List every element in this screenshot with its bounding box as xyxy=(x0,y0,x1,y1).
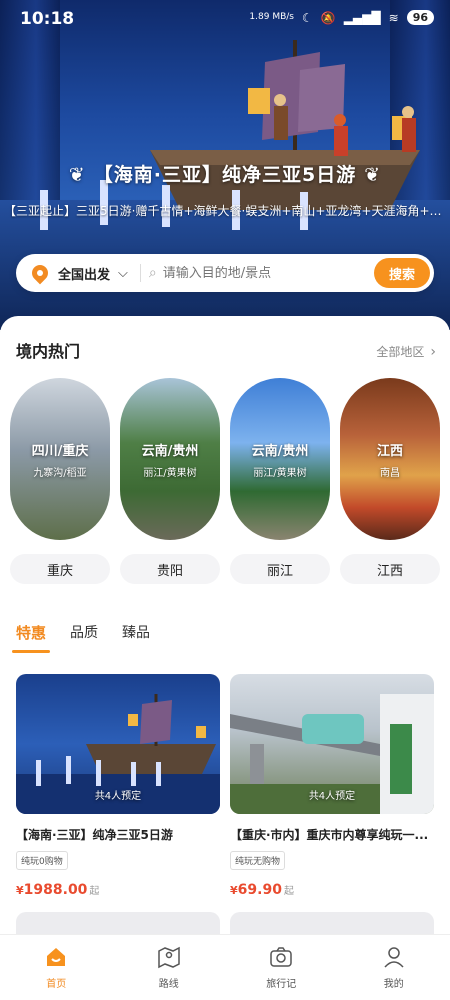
nav-profile-label: 我的 xyxy=(383,979,404,990)
map-route-icon xyxy=(158,946,180,969)
product-price: ¥1988.00 起 xyxy=(16,882,220,898)
nav-travelogue[interactable]: 旅行记 xyxy=(225,935,338,1000)
destination-city-button[interactable]: 贵阳 xyxy=(120,554,220,584)
mute-icon: 🔕 xyxy=(320,10,336,25)
product-price: ¥69.90 起 xyxy=(230,882,434,898)
banner-subtitle: 【三亚起止】三亚5日游·赠千古情+海鲜大餐·蜈支洲+南山+亚龙湾+天涯海角+槟榔… xyxy=(4,204,450,218)
destination-card[interactable]: 云南/贵州 丽江/黄果树 贵阳 xyxy=(120,378,220,584)
product-tag: 纯玩0购物 xyxy=(16,851,68,870)
destination-subtitle: 丽江/黄果树 xyxy=(253,468,307,479)
chevron-down-icon[interactable]: ⌵ xyxy=(118,266,128,281)
destination-card[interactable]: 云南/贵州 丽江/黄果树 丽江 xyxy=(230,378,330,584)
search-bar: 全国出发 ⌵ ⌕ 搜索 xyxy=(16,254,434,292)
hot-section-title: 境内热门 xyxy=(16,342,81,361)
product-title: 【重庆·市内】重庆市内尊享纯玩一... xyxy=(230,828,429,842)
divider xyxy=(139,264,141,282)
product-tag: 纯玩无购物 xyxy=(230,851,286,870)
content-sheet: 境内热门 全部地区 › 四川/重庆 九寨沟/稻亚 重庆 云南/贵州 丽江/黄果树 … xyxy=(0,316,450,952)
destination-title: 江西 xyxy=(376,444,403,459)
status-bar: 10:18 1.89 MB/s ☾ 🔕 ▂▄▆█ ≋ 96 xyxy=(0,0,450,40)
booked-count: 共4人预定 xyxy=(94,791,142,802)
net-speed: 1.89 MB/s xyxy=(249,12,294,22)
destination-image: 云南/贵州 丽江/黄果树 xyxy=(120,378,220,540)
destination-card[interactable]: 四川/重庆 九寨沟/稻亚 重庆 xyxy=(10,378,110,584)
hot-section-header: 境内热门 全部地区 › xyxy=(16,338,436,362)
status-time: 10:18 xyxy=(20,9,75,29)
all-regions-link[interactable]: 全部地区 › xyxy=(376,341,436,360)
laurel-left-icon: ❦ xyxy=(68,164,86,186)
chevron-right-icon: › xyxy=(430,343,436,360)
wifi-icon: ≋ xyxy=(388,10,399,25)
price-currency: ¥ xyxy=(230,884,238,897)
tab-quality[interactable]: 品质 xyxy=(70,622,98,653)
destination-subtitle: 南昌 xyxy=(380,468,400,479)
product-card[interactable]: 共4人预定 【海南·三亚】纯净三亚5日游 纯玩0购物 ¥1988.00 起 xyxy=(16,674,220,898)
nav-home-label: 首页 xyxy=(46,979,67,990)
booked-count: 共4人预定 xyxy=(308,791,356,802)
bottom-nav: 首页 路线 旅行记 我的 xyxy=(0,934,450,1000)
destination-city-button[interactable]: 重庆 xyxy=(10,554,110,584)
banner-title: 【海南·三亚】纯净三亚5日游 xyxy=(93,164,357,186)
nav-home[interactable]: 首页 xyxy=(0,935,113,1000)
tab-premium[interactable]: 臻品 xyxy=(122,622,150,653)
price-currency: ¥ xyxy=(16,884,24,897)
banner-title-row: ❦ 【海南·三亚】纯净三亚5日游 ❦ xyxy=(0,160,450,187)
destination-title: 云南/贵州 xyxy=(251,444,309,459)
all-regions-label: 全部地区 xyxy=(376,344,425,359)
nav-profile[interactable]: 我的 xyxy=(338,935,450,1000)
product-title: 【海南·三亚】纯净三亚5日游 xyxy=(16,828,173,842)
destination-image: 江西 南昌 xyxy=(340,378,440,540)
destination-city-button[interactable]: 丽江 xyxy=(230,554,330,584)
user-icon xyxy=(384,947,404,968)
location-pin-icon xyxy=(28,261,52,285)
camera-icon xyxy=(270,947,292,967)
signal-icon: ▂▄▆█ xyxy=(343,10,381,25)
destination-title: 四川/重庆 xyxy=(31,444,89,459)
price-value: 69.90 xyxy=(237,882,282,898)
destination-title: 云南/贵州 xyxy=(141,444,199,459)
tab-special-offer[interactable]: 特惠 xyxy=(11,622,51,653)
search-icon: ⌕ xyxy=(148,265,157,281)
home-icon xyxy=(47,948,66,966)
destination-image: 云南/贵州 丽江/黄果树 xyxy=(230,378,330,540)
laurel-right-icon: ❦ xyxy=(364,164,382,186)
battery-indicator: 96 xyxy=(406,10,434,25)
destination-card[interactable]: 江西 南昌 江西 xyxy=(340,378,440,584)
destination-subtitle: 丽江/黄果树 xyxy=(143,468,197,479)
price-suffix: 起 xyxy=(89,886,100,897)
product-image: 共4人预定 xyxy=(16,674,220,814)
status-icons: 1.89 MB/s ☾ 🔕 ▂▄▆█ ≋ 96 xyxy=(249,10,434,25)
moon-icon: ☾ xyxy=(301,10,313,25)
search-button[interactable]: 搜索 xyxy=(374,258,430,288)
destination-city-button[interactable]: 江西 xyxy=(340,554,440,584)
product-card[interactable]: 共4人预定 【重庆·市内】重庆市内尊享纯玩一... 纯玩无购物 ¥69.90 起 xyxy=(230,674,434,898)
destination-subtitle: 九寨沟/稻亚 xyxy=(33,468,87,479)
price-value: 1988.00 xyxy=(23,882,88,898)
nav-routes[interactable]: 路线 xyxy=(113,935,226,1000)
price-suffix: 起 xyxy=(283,886,294,897)
departure-selector[interactable]: 全国出发 xyxy=(58,264,110,283)
nav-routes-label: 路线 xyxy=(158,979,179,990)
product-image: 共4人预定 xyxy=(230,674,434,814)
product-tabs: 特惠 品质 臻品 xyxy=(11,622,150,653)
destination-image: 四川/重庆 九寨沟/稻亚 xyxy=(10,378,110,540)
nav-travelogue-label: 旅行记 xyxy=(266,979,297,990)
search-input[interactable] xyxy=(162,265,374,281)
